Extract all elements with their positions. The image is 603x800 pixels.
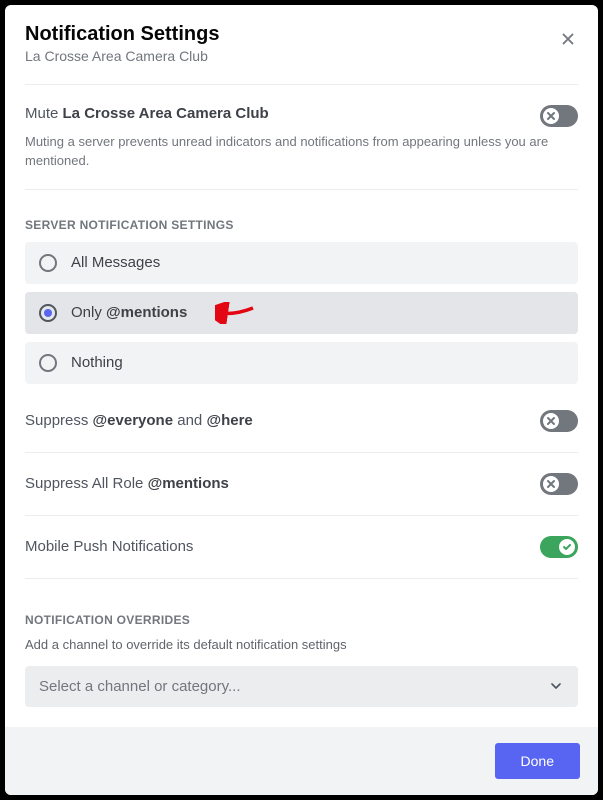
chevron-down-icon <box>548 678 564 694</box>
mute-prefix: Mute <box>25 105 63 122</box>
modal-footer: Done <box>5 727 598 795</box>
toggle-knob <box>559 539 575 555</box>
overrides-desc: Add a channel to override its default no… <box>25 637 578 652</box>
mute-row: Mute La Crosse Area Camera Club <box>25 101 578 133</box>
suppress-everyone-label: Suppress @everyone and @here <box>25 412 253 429</box>
modal-content: Mute La Crosse Area Camera Club Muting a… <box>5 76 598 727</box>
modal-title: Notification Settings <box>25 23 578 46</box>
server-notif-radiogroup: All Messages Only @mentions Nothing <box>25 242 578 384</box>
arrow-annotation-icon <box>215 302 255 324</box>
suppress-role-label: Suppress All Role @mentions <box>25 475 229 492</box>
radio-icon <box>39 304 57 322</box>
radio-label: Nothing <box>71 354 123 371</box>
mute-target: La Crosse Area Camera Club <box>63 105 269 122</box>
mute-section: Mute La Crosse Area Camera Club Muting a… <box>25 84 578 189</box>
override-channel-select[interactable]: Select a channel or category... <box>25 666 578 707</box>
close-button[interactable] <box>556 27 580 51</box>
mobile-push-row: Mobile Push Notifications <box>25 516 578 578</box>
overrides-heading: Notification Overrides <box>25 613 578 627</box>
server-notif-heading: Server Notification Settings <box>25 218 578 232</box>
suppress-role-row: Suppress All Role @mentions <box>25 453 578 515</box>
radio-icon <box>39 254 57 272</box>
radio-label: All Messages <box>71 254 160 271</box>
mobile-push-label: Mobile Push Notifications <box>25 538 193 555</box>
x-icon <box>546 416 556 426</box>
radio-icon <box>39 354 57 372</box>
mute-hint: Muting a server prevents unread indicato… <box>25 133 578 189</box>
x-icon <box>546 111 556 121</box>
mobile-push-toggle[interactable] <box>540 536 578 558</box>
notification-settings-modal: Notification Settings La Crosse Area Cam… <box>5 5 598 795</box>
radio-only-mentions[interactable]: Only @mentions <box>25 292 578 334</box>
close-icon <box>559 30 577 48</box>
select-placeholder: Select a channel or category... <box>39 678 241 695</box>
x-icon <box>546 479 556 489</box>
suppress-everyone-row: Suppress @everyone and @here <box>25 390 578 452</box>
toggle-knob <box>543 108 559 124</box>
modal-subtitle: La Crosse Area Camera Club <box>25 48 578 64</box>
radio-all-messages[interactable]: All Messages <box>25 242 578 284</box>
toggle-knob <box>543 476 559 492</box>
mute-label: Mute La Crosse Area Camera Club <box>25 105 269 122</box>
radio-nothing[interactable]: Nothing <box>25 342 578 384</box>
suppress-everyone-toggle[interactable] <box>540 410 578 432</box>
check-icon <box>562 542 572 552</box>
suppress-role-toggle[interactable] <box>540 473 578 495</box>
radio-label: Only @mentions <box>71 304 187 321</box>
mute-toggle[interactable] <box>540 105 578 127</box>
modal-header: Notification Settings La Crosse Area Cam… <box>5 5 598 76</box>
toggle-knob <box>543 413 559 429</box>
done-button[interactable]: Done <box>495 743 580 779</box>
